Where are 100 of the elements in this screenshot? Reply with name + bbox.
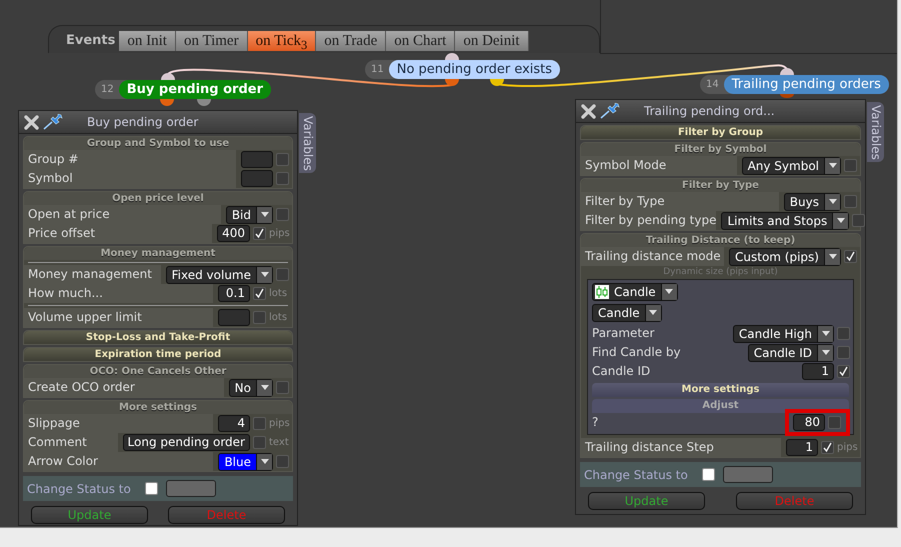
port[interactable]: [780, 68, 794, 75]
checkbox[interactable]: [852, 214, 866, 227]
caret-icon: [828, 163, 836, 168]
dropdown[interactable]: Candle ID: [748, 344, 834, 362]
port[interactable]: [445, 53, 459, 60]
port[interactable]: [161, 73, 175, 80]
section-header[interactable]: More settings: [592, 383, 849, 397]
dropdown[interactable]: Candle High: [732, 324, 834, 342]
caption-text: Dynamic size (pips input): [662, 266, 779, 278]
input-field[interactable]: [218, 309, 250, 326]
section-header[interactable]: More settings: [24, 401, 292, 414]
event-tab[interactable]: on Timer: [176, 31, 248, 51]
section-header[interactable]: Open price level: [24, 192, 292, 205]
section-header[interactable]: Adjust: [592, 399, 849, 413]
input-field[interactable]: 0.1: [218, 285, 250, 302]
node-label[interactable]: No pending order exists: [388, 60, 560, 79]
section-header[interactable]: Stop-Loss and Take-Profit: [24, 331, 292, 344]
checkbox[interactable]: [253, 417, 266, 430]
checkbox[interactable]: [253, 287, 266, 300]
event-tab[interactable]: on Chart: [386, 31, 456, 51]
unit-label: pips: [269, 418, 289, 429]
dropdown[interactable]: Custom (pips): [729, 248, 841, 266]
update-button[interactable]: Update: [588, 492, 705, 510]
variables-tab[interactable]: Variables: [867, 102, 884, 162]
section-header[interactable]: Group and Symbol to use: [24, 137, 292, 150]
checkbox[interactable]: [276, 268, 289, 281]
checkbox[interactable]: [844, 250, 857, 263]
status-field[interactable]: [166, 480, 216, 497]
input-field[interactable]: Long pending order: [122, 434, 250, 451]
section-header[interactable]: OCO: One Cancels Other: [24, 365, 292, 378]
checkbox[interactable]: [276, 381, 289, 394]
checkbox[interactable]: [253, 227, 266, 240]
field-label: Candle ID: [591, 363, 652, 380]
section-header[interactable]: Filter by Group: [581, 126, 860, 139]
dropdown[interactable]: Limits and Stops: [721, 212, 850, 230]
dropdown[interactable]: Blue: [218, 452, 273, 470]
unit-label: lots: [269, 312, 288, 323]
variables-tab[interactable]: Variables: [299, 113, 316, 173]
dropdown[interactable]: No: [228, 378, 273, 396]
dropdown[interactable]: Fixed volume: [166, 266, 273, 284]
close-icon[interactable]: [24, 114, 39, 130]
checkbox[interactable]: [837, 346, 850, 359]
section-header[interactable]: Trailing Distance (to keep): [581, 234, 860, 247]
field-label: Money management: [24, 265, 161, 284]
node-badge[interactable]: 14 Trailing pending orders: [700, 75, 889, 94]
status-field[interactable]: [722, 466, 773, 483]
section-header[interactable]: Money management: [24, 247, 292, 260]
node-badge[interactable]: 12 Buy pending order: [95, 80, 271, 99]
port[interactable]: [445, 79, 459, 86]
dropdown[interactable]: Any Symbol: [742, 156, 841, 174]
event-tab[interactable]: on Init: [119, 31, 176, 51]
checkbox[interactable]: [844, 195, 857, 208]
checkbox[interactable]: [276, 455, 289, 468]
dropdown[interactable]: Buys: [784, 192, 841, 210]
checkbox[interactable]: [276, 172, 289, 185]
checkbox[interactable]: [837, 327, 850, 340]
checkbox[interactable]: [821, 441, 834, 454]
checkbox[interactable]: [253, 436, 266, 449]
input-field[interactable]: 1: [802, 363, 834, 380]
port[interactable]: [197, 99, 211, 106]
input-field[interactable]: 1: [786, 439, 818, 456]
field-label: Comment: [24, 433, 118, 452]
input-field[interactable]: 80: [793, 414, 825, 431]
dropdown[interactable]: Candle: [592, 304, 662, 322]
checkbox[interactable]: [837, 365, 850, 378]
field-label: Symbol: [24, 169, 236, 188]
checkbox[interactable]: [276, 153, 289, 166]
input-field[interactable]: 400: [217, 225, 250, 242]
node-number: 11: [370, 64, 385, 75]
status-label: Change Status to: [27, 482, 131, 496]
pin-icon[interactable]: [43, 114, 65, 130]
event-tab[interactable]: on Tick$_{3}$: [248, 31, 316, 51]
checkbox[interactable]: [828, 416, 841, 429]
node-label[interactable]: Buy pending order: [118, 80, 271, 99]
pin-icon[interactable]: [600, 103, 622, 119]
checkbox[interactable]: [844, 159, 857, 172]
field-label: Group #: [24, 150, 236, 169]
dropdown[interactable]: Candle: [592, 282, 678, 300]
field-label: Price offset: [24, 224, 212, 243]
node-badge[interactable]: 11 No pending order exists: [365, 60, 560, 79]
checkbox[interactable]: [276, 208, 289, 221]
close-icon[interactable]: [581, 104, 596, 118]
section-header[interactable]: Filter by Symbol: [581, 143, 860, 156]
caret-icon: [828, 199, 836, 204]
node-label[interactable]: Trailing pending orders: [724, 75, 889, 94]
input-field[interactable]: 4: [218, 415, 250, 432]
checkbox[interactable]: [702, 468, 715, 481]
port[interactable]: [160, 99, 174, 106]
section-header[interactable]: Filter by Type: [581, 179, 860, 192]
field-label: Trailing distance mode: [581, 247, 724, 266]
port[interactable]: [490, 79, 504, 86]
dropdown[interactable]: Bid: [226, 206, 273, 224]
checkbox[interactable]: [144, 482, 158, 495]
event-tab[interactable]: on Trade: [316, 31, 386, 51]
event-tab[interactable]: on Deinit: [455, 31, 529, 51]
update-button[interactable]: Update: [31, 506, 148, 524]
input-field[interactable]: [241, 170, 273, 187]
input-field[interactable]: [241, 151, 273, 168]
section-header[interactable]: Expiration time period: [24, 348, 292, 361]
checkbox[interactable]: [253, 311, 266, 324]
